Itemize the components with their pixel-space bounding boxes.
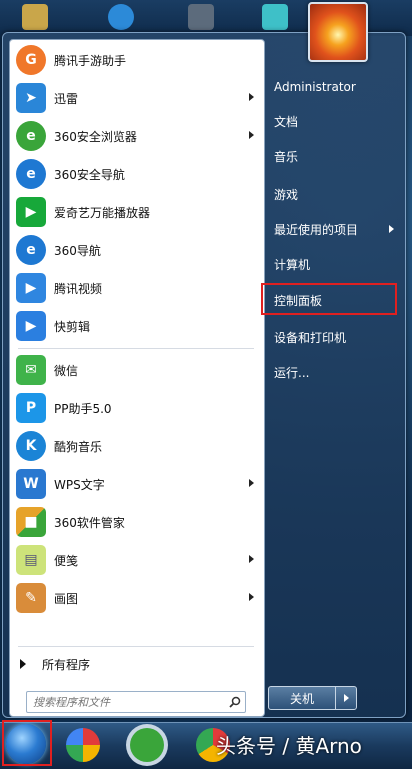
menu-item-label: 微信: [54, 363, 79, 378]
menu-item-iqiyi-player[interactable]: ▶ 爱奇艺万能播放器: [10, 194, 264, 230]
right-item-documents[interactable]: 文档: [266, 107, 402, 135]
menu-item-360-nav[interactable]: e 360导航: [10, 232, 264, 268]
menu-item-thunder[interactable]: ➤ 迅雷: [10, 80, 264, 116]
right-item-run[interactable]: 运行...: [266, 358, 402, 386]
menu-item-sticky-notes[interactable]: ▤ 便笺: [10, 542, 264, 578]
menu-item-kugou[interactable]: K 酷狗音乐: [10, 428, 264, 464]
tencent-video-icon: ▶: [16, 273, 46, 303]
menu-item-tencent-video[interactable]: ▶ 腾讯视频: [10, 270, 264, 306]
menu-item-label: WPS文字: [54, 477, 105, 492]
menu-item-label: 爱奇艺万能播放器: [54, 205, 151, 220]
menu-item-wps[interactable]: W WPS文字: [10, 466, 264, 502]
menu-item-label: 酷狗音乐: [54, 439, 103, 454]
right-item-label: 音乐: [274, 149, 299, 164]
paint-icon: ✎: [16, 583, 46, 613]
360-software-icon: ■: [16, 507, 46, 537]
taskbar-360-browser-icon[interactable]: [130, 728, 164, 762]
menu-item-label: PP助手5.0: [54, 401, 112, 416]
menu-item-label: 画图: [54, 591, 79, 606]
ie-icon: e: [16, 159, 46, 189]
desktop-icon-4[interactable]: [262, 4, 288, 30]
menu-separator: [18, 348, 254, 349]
submenu-arrow-icon[interactable]: [249, 555, 254, 563]
sticky-notes-icon: ▤: [16, 545, 46, 575]
wechat-icon: ✉: [16, 355, 46, 385]
right-item-label: 运行...: [274, 365, 310, 380]
menu-item-label: 迅雷: [54, 91, 79, 106]
menu-item-360-safe-nav[interactable]: e 360安全导航: [10, 156, 264, 192]
watermark-text: 头条号 / 黄Arno: [216, 734, 362, 758]
chevron-right-icon: [343, 694, 349, 702]
right-item-administrator[interactable]: Administrator: [266, 73, 402, 101]
desktop-icon-3[interactable]: [188, 4, 214, 30]
menu-separator: [18, 646, 254, 647]
tencent-game-assistant-icon: G: [16, 45, 46, 75]
submenu-arrow-icon[interactable]: [249, 93, 254, 101]
menu-item-label: 快剪辑: [54, 319, 91, 334]
menu-item-label: 腾讯手游助手: [54, 53, 127, 68]
shutdown-options-button[interactable]: [335, 686, 357, 710]
right-item-label: 游戏: [274, 187, 299, 202]
menu-item-paint[interactable]: ✎ 画图: [10, 580, 264, 616]
right-item-label: 设备和打印机: [274, 330, 347, 345]
right-item-devices-printers[interactable]: 设备和打印机: [266, 323, 402, 351]
wps-icon: W: [16, 469, 46, 499]
menu-item-kuaijianji[interactable]: ▶ 快剪辑: [10, 308, 264, 344]
desktop-icon-2[interactable]: [108, 4, 134, 30]
right-item-label: 计算机: [274, 257, 311, 272]
right-item-label: Administrator: [274, 80, 356, 94]
taskbar-pinwheel-icon[interactable]: [66, 728, 100, 762]
start-button-highlight: [2, 720, 52, 766]
control-panel-highlight: [261, 283, 397, 315]
right-item-label: 文档: [274, 114, 299, 129]
user-avatar[interactable]: [308, 2, 368, 62]
menu-item-pp-assistant[interactable]: P PP助手5.0: [10, 390, 264, 426]
submenu-arrow-icon[interactable]: [389, 225, 394, 233]
menu-item-tencent-game-assistant[interactable]: G 腾讯手游助手: [10, 42, 264, 78]
menu-item-label: 360安全导航: [54, 167, 125, 182]
search-input[interactable]: [27, 692, 225, 712]
menu-item-label: 360安全浏览器: [54, 129, 137, 144]
menu-item-label: 360软件管家: [54, 515, 125, 530]
360-browser-icon: e: [16, 121, 46, 151]
search-icon[interactable]: [225, 693, 245, 711]
all-programs-arrow-icon: [20, 659, 26, 669]
right-item-computer[interactable]: 计算机: [266, 250, 402, 278]
right-item-music[interactable]: 音乐: [266, 142, 402, 170]
menu-item-label: 便笺: [54, 553, 79, 568]
search-box[interactable]: [26, 691, 246, 713]
programs-panel: G 腾讯手游助手 ➤ 迅雷 e 360安全浏览器 e 360安全导航 ▶ 爱奇艺…: [9, 39, 265, 717]
menu-item-360-software[interactable]: ■ 360软件管家: [10, 504, 264, 540]
shutdown-label: 关机: [289, 691, 314, 706]
submenu-arrow-icon[interactable]: [249, 131, 254, 139]
all-programs-label: 所有程序: [42, 657, 91, 672]
kuaijianji-icon: ▶: [16, 311, 46, 341]
right-item-recent-items[interactable]: 最近使用的项目: [266, 215, 402, 243]
thunder-icon: ➤: [16, 83, 46, 113]
submenu-arrow-icon[interactable]: [249, 593, 254, 601]
menu-item-360-browser[interactable]: e 360安全浏览器: [10, 118, 264, 154]
menu-item-wechat[interactable]: ✉ 微信: [10, 352, 264, 388]
menu-item-label: 腾讯视频: [54, 281, 103, 296]
pp-assistant-icon: P: [16, 393, 46, 423]
iqiyi-icon: ▶: [16, 197, 46, 227]
kugou-icon: K: [16, 431, 46, 461]
desktop-icon-1[interactable]: [22, 4, 48, 30]
all-programs-button[interactable]: 所有程序: [20, 654, 90, 674]
menu-item-label: 360导航: [54, 243, 101, 258]
shutdown-button[interactable]: 关机: [268, 686, 336, 710]
submenu-arrow-icon[interactable]: [249, 479, 254, 487]
right-item-label: 最近使用的项目: [274, 222, 359, 237]
ie-icon: e: [16, 235, 46, 265]
right-item-games[interactable]: 游戏: [266, 180, 402, 208]
